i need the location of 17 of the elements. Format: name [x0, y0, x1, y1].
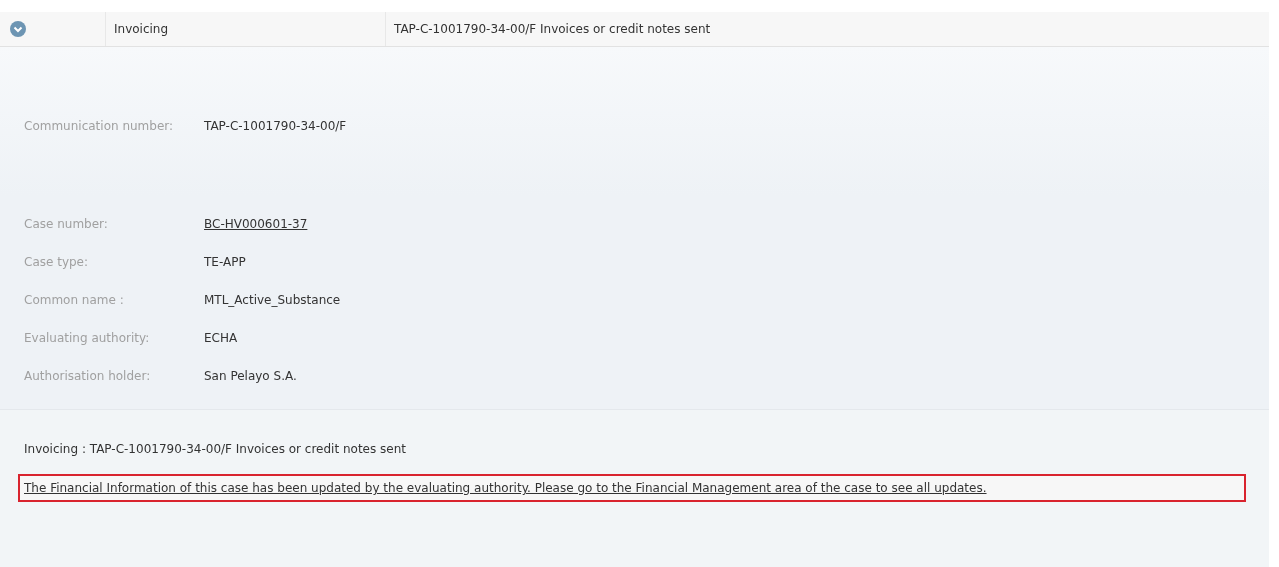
case-number-link[interactable]: BC-HV000601-37 [204, 215, 308, 233]
field-label: Case type: [24, 254, 90, 271]
field-label: Authorisation holder: [24, 368, 152, 385]
table-cell-text: Invoicing [114, 21, 169, 38]
field-value: San Pelayo S.A. [204, 368, 297, 385]
notice-link[interactable]: The Financial Information of this case has been updated by the evaluating authority. Please go to the Financial Management area of the case to see all updates. [24, 481, 987, 495]
field-label: Communication number: [24, 118, 175, 135]
field-value: MTL_Active_Substance [204, 292, 341, 309]
table-cell-text: TAP-C-1001790-34-00/F Invoices or credit notes sent [394, 21, 711, 38]
field-value: TE-APP [204, 254, 246, 271]
field-value: ECHA [204, 330, 238, 347]
summary-text: Invoicing : TAP-C-1001790-34-00/F Invoices or credit notes sent [24, 441, 407, 458]
field-label: Common name : [24, 292, 125, 309]
expand-toggle-icon[interactable] [10, 21, 26, 37]
field-label: Evaluating authority: [24, 330, 151, 347]
field-label: Case number: [24, 216, 109, 233]
field-value: TAP-C-1001790-34-00/F [204, 118, 347, 135]
